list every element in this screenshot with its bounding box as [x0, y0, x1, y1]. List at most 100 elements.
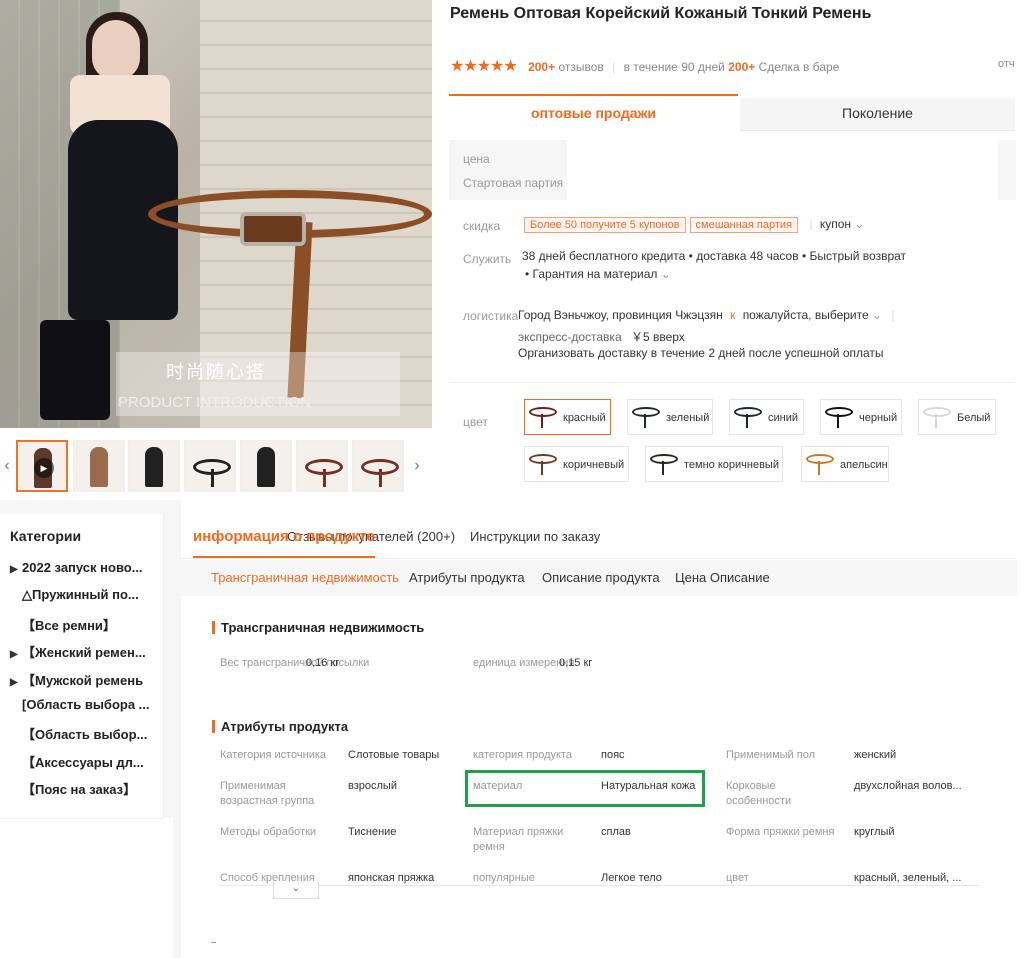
main-product-image[interactable]: 时尚随心搭 PRODUCT INTRODUCTION	[0, 0, 432, 428]
thumbnail-video[interactable]: ▶	[16, 440, 68, 492]
color-swatch[interactable]: коричневый	[524, 446, 629, 482]
color-swatch-label: темно коричневый	[684, 459, 779, 471]
color-swatch[interactable]: красный	[524, 399, 611, 435]
sidebar-category-item[interactable]: [Область выбора ...	[10, 697, 150, 712]
product-title: Ремень Оптовая Корейский Кожаный Тонкий …	[450, 5, 872, 22]
attribute-value: двухслойная волов...	[854, 780, 962, 792]
detail-tabs: Отзывы покупателей (200+) информация о п…	[181, 518, 1017, 559]
period-label: в течение 90 дней	[623, 60, 725, 74]
belt-buckle-image	[240, 212, 306, 246]
service-guarantee: • Гарантия на материал	[525, 267, 658, 281]
belt-thumbnail-icon	[734, 405, 762, 429]
tab-generation[interactable]: Поколение	[740, 98, 1015, 131]
caret-right-icon: ▶	[10, 676, 18, 688]
tab-product-info[interactable]: информация о продукте	[193, 518, 375, 558]
color-swatch-label: зеленый	[666, 412, 710, 424]
sidebar-category-item[interactable]: 【Область выбор...	[10, 724, 147, 743]
color-swatch-label: красный	[563, 412, 606, 424]
attribute-value: Легкое тело	[601, 872, 662, 884]
model-legs	[40, 320, 110, 420]
color-swatch[interactable]: синий	[729, 399, 804, 435]
attribute-value: круглый	[854, 826, 895, 838]
thumbnail[interactable]	[184, 440, 236, 492]
belt-thumbnail-icon	[529, 405, 557, 429]
sidebar-background-bottom	[0, 818, 180, 958]
sidebar-category-label: 【Женский ремен...	[22, 645, 146, 661]
color-swatch[interactable]: Белый	[918, 399, 996, 435]
sidebar-title: Категории	[10, 528, 82, 544]
section-subnav: Трансграничная недвижимость Атрибуты про…	[181, 560, 1017, 596]
coupon-tag[interactable]: Более 50 получите 5 купонов	[524, 217, 686, 233]
belt-thumbnail-icon	[923, 405, 951, 429]
destination-label: пожалуйста, выберите	[742, 308, 869, 322]
service-line-1: 38 дней бесплатного кредита • доставка 4…	[522, 249, 907, 263]
destination-select[interactable]: пожалуйста, выберите ⌄	[743, 308, 882, 322]
color-swatch[interactable]: зеленый	[627, 399, 713, 435]
chevron-down-icon: ⌄	[854, 217, 865, 231]
sidebar-category-item[interactable]: △Пружинный по...	[10, 587, 139, 603]
cross-border-heading: Трансграничная недвижимость	[212, 621, 424, 634]
rating-stars-icon: ★★★★★	[450, 58, 518, 75]
belt-thumbnail-icon	[632, 405, 660, 429]
thumbnail[interactable]	[240, 440, 292, 492]
sidebar-category-item[interactable]: 【Пояс на заказ】	[10, 779, 136, 798]
attribute-label: категория продукта	[473, 749, 572, 761]
belt-thumbnail-icon	[806, 452, 834, 476]
color-swatch[interactable]: темно коричневый	[645, 446, 783, 482]
color-swatch[interactable]: апельсин	[801, 446, 889, 482]
color-swatch[interactable]: черный	[820, 399, 902, 435]
subnav-cross-border[interactable]: Трансграничная недвижимость	[211, 570, 399, 585]
logistics-route: Город Вэньчжоу, провинция Чжэцзян к пожа…	[518, 308, 895, 322]
service-line-2[interactable]: • Гарантия на материал ⌄	[525, 267, 671, 281]
thumbnail[interactable]	[296, 440, 348, 492]
gutter	[173, 500, 181, 958]
logistics-label: логистика	[463, 309, 519, 323]
image-caption-cn: 时尚随心搭	[166, 362, 266, 382]
thumbnail[interactable]	[128, 440, 180, 492]
attribute-label: Материал пряжки ремня	[473, 826, 564, 853]
subnav-attributes[interactable]: Атрибуты продукта	[409, 570, 525, 585]
sidebar-category-label: 【Пояс на заказ】	[22, 782, 137, 798]
tab-order-instructions[interactable]: Инструкции по заказу	[470, 518, 600, 556]
caret-right-icon: ▶	[10, 649, 18, 661]
thumbnail[interactable]	[73, 440, 125, 492]
discount-label: скидка	[463, 219, 501, 233]
category-sidebar: Категории ▶ 2022 запуск ново... △Пружинный…	[0, 514, 164, 819]
sidebar-category-item[interactable]: 【Все ремни】	[10, 615, 116, 634]
attribute-value: красный, зеленый, ...	[854, 872, 962, 884]
expand-chevron-icon[interactable]: ⌄	[273, 882, 319, 899]
price-label: цена	[463, 152, 490, 166]
sidebar-category-item[interactable]: 【Аксессуары дл...	[10, 752, 144, 771]
coupon-label: купон	[819, 217, 852, 231]
express-price: ￥5 вверх	[630, 330, 685, 344]
sidebar-category-item[interactable]: ▶ 【Женский ремен...	[10, 642, 146, 661]
belt-thumbnail-icon	[650, 452, 678, 476]
chevron-down-icon: ⌄	[660, 267, 671, 281]
attribute-label: Категория источника	[220, 749, 327, 761]
thumb-prev-arrow-icon[interactable]: ‹	[0, 440, 14, 492]
attribute-value: пояс	[601, 749, 625, 761]
price-box: цена Стартовая партия	[449, 140, 567, 200]
truncated-text: отч	[998, 58, 1015, 70]
subnav-price-description[interactable]: Цена Описание	[675, 570, 770, 585]
coupon-dropdown[interactable]: купон ⌄	[820, 217, 865, 231]
attribute-value: женский	[854, 749, 897, 761]
mixed-batch-tag[interactable]: смешанная партия	[689, 217, 799, 233]
sidebar-category-item[interactable]: ▶ 【Мужской ремень	[10, 670, 143, 689]
color-swatch-label: синий	[768, 412, 799, 424]
origin-city: Город Вэньчжоу, провинция Чжэцзян	[518, 308, 723, 322]
thumbnail-strip: ‹ ▶ ›	[0, 440, 432, 492]
delivery-note: Организовать доставку в течение 2 дней п…	[518, 346, 884, 360]
reviews-count[interactable]: 200+	[528, 60, 555, 74]
color-swatch-label: Белый	[957, 412, 991, 424]
service-label: Служить	[463, 252, 512, 266]
thumb-next-arrow-icon[interactable]: ›	[410, 440, 424, 492]
tab-wholesale[interactable]: оптовые продажи	[449, 94, 738, 130]
price-box-edge	[998, 140, 1016, 200]
thumbnail[interactable]	[352, 440, 404, 492]
divider	[211, 942, 216, 943]
sidebar-category-item[interactable]: ▶ 2022 запуск ново...	[10, 560, 143, 575]
subnav-description[interactable]: Описание продукта	[542, 570, 660, 585]
sidebar-category-label: 【Мужской ремень	[22, 672, 144, 688]
play-icon: ▶	[34, 458, 54, 478]
